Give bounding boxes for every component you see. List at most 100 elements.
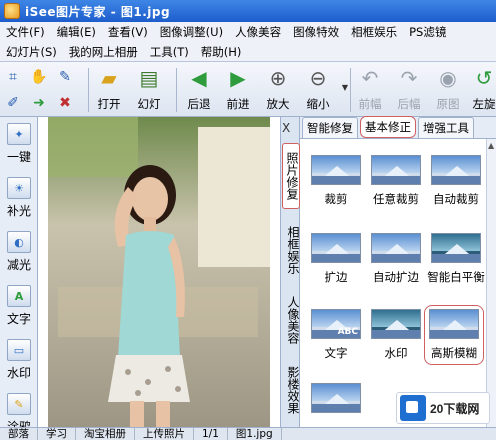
crop-thumbnail (311, 155, 361, 185)
auto-extend-thumbnail (371, 233, 421, 263)
arrow-left-icon: ◀ (191, 66, 207, 90)
image-canvas[interactable] (38, 117, 280, 427)
menu-bar: 文件(F) 编辑(E) 查看(V) 图像调整(U) 人像美容 图像特效 相框娱乐… (0, 22, 496, 62)
tab-basic-correction[interactable]: 基本修正 (360, 116, 416, 138)
lp-text[interactable]: A 文字 (0, 285, 38, 327)
menu-image-adjust[interactable]: 图像调整(U) (154, 24, 229, 40)
forward-button[interactable]: ▶ 前进 (222, 64, 254, 116)
tool-panel-tabs: X 智能修复 基本修正 增强工具 (282, 116, 496, 139)
mini-tool-grid: ⌗ ✋ ✎ ✐ ➜ ✖ (0, 62, 86, 117)
toolbar-separator (88, 68, 89, 112)
text-icon: A (7, 285, 31, 307)
brush-icon[interactable]: ✐ (4, 94, 22, 112)
tool-watermark[interactable]: 水印 (366, 309, 426, 361)
open-button[interactable]: ▰ 打开 (93, 64, 125, 116)
gaussian-blur-thumbnail (429, 309, 479, 339)
watermark-icon: ▭ (7, 339, 31, 361)
tool-auto-extend[interactable]: 自动扩边 (366, 233, 426, 285)
lp-one-click[interactable]: ✦ 一键 (0, 123, 38, 165)
title-bar: iSee图片专家 - 图1.jpg (0, 0, 496, 22)
tool-extend-border[interactable]: 扩边 (306, 233, 366, 285)
zoom-in-icon: ⊕ (269, 66, 287, 90)
free-crop-thumbnail (371, 155, 421, 185)
chevron-down-icon[interactable]: ▼ (336, 78, 354, 96)
lp-watermark[interactable]: ▭ 水印 (0, 339, 38, 381)
tool-auto-crop[interactable]: 自动裁剪 (426, 155, 486, 207)
tool-panel: X 智能修复 基本修正 增强工具 裁剪 任意裁剪 自动裁剪 扩边 自动扩边 智能… (282, 116, 496, 427)
lp-reduce-light[interactable]: ◐ 减光 (0, 231, 38, 273)
toolbar-separator (350, 68, 351, 112)
arrow-right-icon: ▶ (230, 66, 246, 90)
vtab-frames-fun[interactable]: 相框娱乐 (282, 217, 300, 283)
menu-portrait[interactable]: 人像美容 (229, 24, 287, 40)
menu-online-album[interactable]: 我的网上相册 (63, 44, 144, 60)
status-taobao-album[interactable]: 淘宝相册 (76, 428, 135, 440)
status-upload-photo[interactable]: 上传照片 (135, 428, 194, 440)
scroll-up-icon[interactable]: ▲ (488, 141, 494, 150)
folder-open-icon: ▰ (101, 66, 117, 90)
lp-fill-light[interactable]: ☀ 补光 (0, 177, 38, 219)
eyedropper-icon[interactable]: ✎ (56, 68, 74, 86)
text-thumbnail: ABC (311, 309, 361, 339)
select-icon[interactable]: ⌗ (4, 68, 22, 86)
tool-panel-scrollbar[interactable]: ▲ (486, 139, 496, 427)
reduce-light-icon: ◐ (7, 231, 31, 253)
menu-frames[interactable]: 相框娱乐 (345, 24, 403, 40)
delete-icon[interactable]: ✖ (56, 94, 74, 112)
toolbar: ⌗ ✋ ✎ ✐ ➜ ✖ ▰ 打开 ▤ 幻灯 ◀ 后退 ▶ 前进 ⊕ 放大 ⊖ 缩… (0, 62, 496, 117)
menu-row-2: 幻灯片(S) 我的网上相册 工具(T) 帮助(H) (0, 42, 496, 62)
zoom-out-icon: ⊖ (309, 66, 327, 90)
menu-slideshow[interactable]: 幻灯片(S) (0, 44, 63, 60)
watermark-thumbnail (371, 309, 421, 339)
menu-help[interactable]: 帮助(H) (195, 44, 248, 60)
tool-white-balance[interactable]: 智能白平衡 (426, 233, 486, 285)
menu-tools[interactable]: 工具(T) (144, 44, 195, 60)
prev-image-button[interactable]: ↶ 前幅 (354, 64, 386, 116)
more-thumbnail (311, 383, 361, 413)
menu-ps-filters[interactable]: PS滤镜 (403, 24, 452, 40)
auto-crop-thumbnail (431, 155, 481, 185)
hand-icon[interactable]: ✋ (30, 68, 48, 86)
status-learn[interactable]: 学习 (38, 428, 76, 440)
export-icon[interactable]: ➜ (30, 94, 48, 112)
menu-row-1: 文件(F) 编辑(E) 查看(V) 图像调整(U) 人像美容 图像特效 相框娱乐… (0, 22, 496, 42)
status-tribe[interactable]: 部落 (0, 428, 38, 440)
zoom-in-button[interactable]: ⊕ 放大 (262, 64, 294, 116)
white-balance-thumbnail (431, 233, 481, 263)
fill-light-icon: ☀ (7, 177, 31, 199)
original-size-button[interactable]: ◉ 原图 (432, 64, 464, 116)
doodle-icon: ✎ (7, 393, 31, 415)
tool-more[interactable] (306, 383, 366, 413)
slideshow-button[interactable]: ▤ 幻灯 (131, 64, 167, 116)
rotate-left-button[interactable]: ↺ 左旋 (472, 64, 496, 116)
vtab-portrait-beauty[interactable]: 人像美容 (282, 287, 300, 353)
extend-border-thumbnail (311, 233, 361, 263)
window-title: iSee图片专家 - 图1.jpg (25, 4, 171, 19)
menu-edit[interactable]: 编辑(E) (51, 24, 102, 40)
zoom-out-button[interactable]: ⊖ 缩小 (302, 64, 334, 116)
tool-crop[interactable]: 裁剪 (306, 155, 366, 207)
watermark-badge: 20下载网 (396, 392, 490, 424)
close-icon[interactable]: X (282, 121, 290, 135)
tool-gaussian-blur[interactable]: 高斯模糊 (424, 305, 484, 365)
status-page-count: 1/1 (194, 428, 228, 440)
vtab-photo-repair[interactable]: 照片修复 (282, 143, 300, 209)
vtab-studio-effects[interactable]: 影楼效果 (282, 357, 300, 423)
one-click-icon: ✦ (7, 123, 31, 145)
app-icon (4, 3, 20, 19)
status-filename: 图1.jpg (228, 428, 282, 440)
tab-enhance-tools[interactable]: 增强工具 (418, 117, 474, 138)
tab-smart-repair[interactable]: 智能修复 (302, 117, 358, 138)
portrait-photo (48, 117, 270, 427)
menu-file[interactable]: 文件(F) (0, 24, 51, 40)
original-size-icon: ◉ (439, 66, 457, 90)
slideshow-icon: ▤ (139, 66, 159, 90)
next-image-button[interactable]: ↷ 后幅 (393, 64, 425, 116)
tool-free-crop[interactable]: 任意裁剪 (366, 155, 426, 207)
menu-effects[interactable]: 图像特效 (287, 24, 345, 40)
toolbar-separator (176, 68, 177, 112)
back-button[interactable]: ◀ 后退 (183, 64, 215, 116)
photo (48, 117, 270, 427)
tool-text[interactable]: ABC 文字 (306, 309, 366, 361)
menu-view[interactable]: 查看(V) (102, 24, 154, 40)
